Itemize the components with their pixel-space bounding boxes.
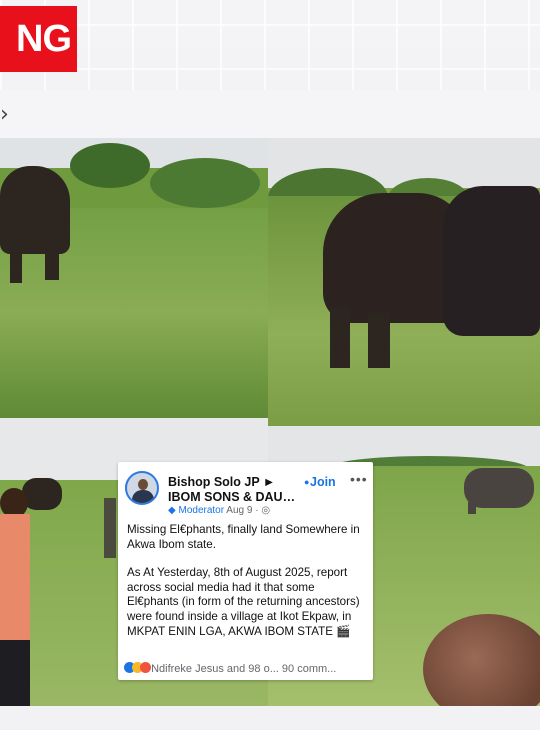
separator-dot: ●: [304, 477, 310, 487]
chevron-right-icon[interactable]: ›: [0, 102, 9, 127]
post-meta: ◆ Moderator Aug 9 · ◎: [168, 505, 271, 516]
join-button[interactable]: Join: [310, 475, 336, 489]
post-paragraph-2: As At Yesterday, 8th of August 2025, rep…: [127, 566, 360, 638]
more-options-icon[interactable]: •••: [350, 471, 368, 487]
bottom-strip: [0, 706, 540, 730]
post-author[interactable]: Bishop Solo JP ► IBOM SONS & DAU…: [168, 475, 298, 505]
post-paragraph-1: Missing El€phants, finally land Somewher…: [127, 523, 360, 551]
browser-toolbar: ›: [0, 90, 540, 139]
breaking-badge: NG: [0, 6, 77, 72]
elephant-photo-top-left: [0, 138, 268, 418]
reactions-bar[interactable]: Ndifreke Jesus and 98 o... 90 comm...: [124, 662, 336, 675]
author-avatar[interactable]: [125, 471, 159, 505]
reaction-icons: [124, 662, 151, 675]
post-body: Missing El€phants, finally land Somewher…: [127, 523, 367, 653]
comments-count[interactable]: 90 comm...: [282, 663, 336, 675]
reactions-count[interactable]: Ndifreke Jesus and 98 o...: [151, 663, 279, 675]
globe-icon: ◎: [261, 505, 271, 516]
post-date[interactable]: Aug 9: [226, 505, 252, 516]
elephant-photo-top-right: [268, 138, 540, 426]
moderator-label: Moderator: [178, 505, 225, 516]
moderator-badge-icon: ◆: [168, 505, 176, 516]
facebook-post-card: Bishop Solo JP ► IBOM SONS & DAU… ● Join…: [118, 462, 373, 680]
